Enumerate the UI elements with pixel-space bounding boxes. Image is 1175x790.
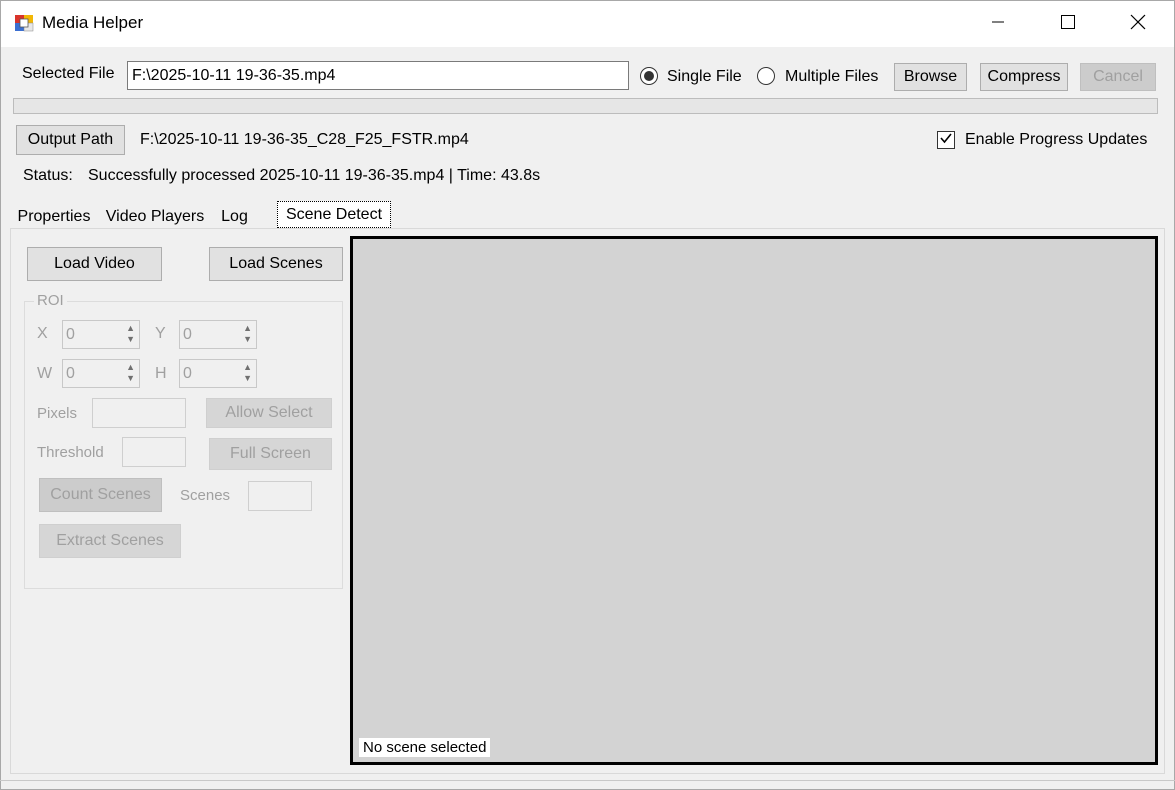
roi-h-label: H [155,365,167,382]
status-text: Successfully processed 2025-10-11 19-36-… [88,167,541,184]
scenes-label: Scenes [180,487,231,504]
stepper-arrows-icon: ▲ ▼ [243,323,252,344]
roi-w-label: W [37,365,53,382]
tab-properties[interactable]: Properties [14,205,94,229]
roi-y-stepper[interactable]: 0 ▲ ▼ [179,320,257,349]
load-scenes-button[interactable]: Load Scenes [209,247,343,281]
close-button[interactable] [1103,1,1173,47]
multiple-files-radio[interactable] [757,67,775,85]
tab-scene-detect[interactable]: Scene Detect [277,201,391,228]
roi-y-label: Y [155,325,166,342]
progress-bar [13,98,1158,114]
selected-file-label: Selected File [22,65,115,82]
scene-preview[interactable] [350,236,1158,765]
status-strip-divider [0,780,1175,781]
enable-progress-checkbox[interactable] [937,131,955,149]
roi-w-stepper[interactable]: 0 ▲ ▼ [62,359,140,388]
roi-title: ROI [34,292,67,309]
tab-video-players[interactable]: Video Players [102,205,208,229]
roi-x-label: X [37,325,48,342]
stepper-arrows-icon: ▲ ▼ [243,362,252,383]
single-file-radio[interactable] [640,67,658,85]
allow-select-button[interactable]: Allow Select [206,398,332,428]
selected-file-input[interactable]: F:\2025-10-11 19-36-35.mp4 [127,61,629,90]
output-path-value: F:\2025-10-11 19-36-35_C28_F25_FSTR.mp4 [140,131,469,148]
stepper-arrows-icon: ▲ ▼ [126,362,135,383]
app-icon [14,12,36,34]
roi-x-value: 0 [66,325,75,343]
pixels-label: Pixels [37,405,78,422]
window-title: Media Helper [42,13,144,32]
preview-status-label: No scene selected [359,738,491,757]
full-screen-button[interactable]: Full Screen [209,438,332,470]
roi-y-value: 0 [183,325,192,343]
roi-h-stepper[interactable]: 0 ▲ ▼ [179,359,257,388]
scenes-count-field[interactable] [248,481,312,511]
enable-progress-label[interactable]: Enable Progress Updates [965,131,1147,149]
threshold-label: Threshold [37,444,104,461]
compress-button[interactable]: Compress [980,63,1068,91]
output-path-button[interactable]: Output Path [16,125,125,155]
checkmark-icon [939,131,953,150]
roi-w-value: 0 [66,364,75,382]
status-label: Status: [23,167,73,184]
stepper-arrows-icon: ▲ ▼ [126,323,135,344]
browse-button[interactable]: Browse [894,63,967,91]
tab-log[interactable]: Log [216,205,253,229]
minimize-button[interactable] [963,1,1033,47]
pixels-field[interactable] [92,398,186,428]
load-video-button[interactable]: Load Video [27,247,162,281]
single-file-label[interactable]: Single File [667,68,742,86]
close-icon [1130,14,1146,35]
roi-x-stepper[interactable]: 0 ▲ ▼ [62,320,140,349]
maximize-icon [1060,14,1076,35]
count-scenes-button[interactable]: Count Scenes [39,478,162,512]
threshold-field[interactable] [122,437,186,467]
roi-h-value: 0 [183,364,192,382]
multiple-files-label[interactable]: Multiple Files [785,68,878,86]
extract-scenes-button[interactable]: Extract Scenes [39,524,181,558]
cancel-button[interactable]: Cancel [1080,63,1156,91]
maximize-button[interactable] [1033,1,1103,47]
minimize-icon [990,14,1006,35]
